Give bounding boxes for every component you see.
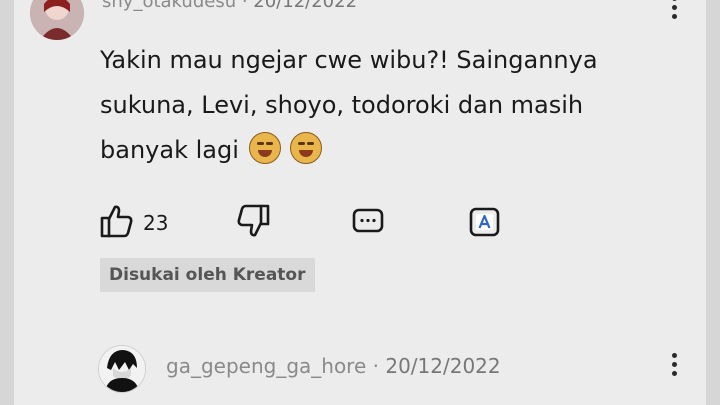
like-button[interactable] — [100, 203, 134, 243]
thumbs-down-icon — [237, 204, 270, 237]
reply-button[interactable] — [351, 203, 385, 243]
drooling-face-emoji — [248, 132, 281, 164]
translate-button[interactable] — [468, 203, 502, 243]
comment-username[interactable]: ga_gepeng_ga_hore — [166, 354, 366, 378]
comment-text-line: Yakin mau ngejar cwe wibu?! Saingannya — [100, 46, 598, 74]
comment-date: 20/12/2022 — [253, 0, 358, 12]
avatar[interactable] — [98, 345, 146, 393]
comment-text: Yakin mau ngejar cwe wibu?! Saingannya s… — [100, 38, 660, 173]
screen-edge-right — [706, 0, 720, 405]
thumbs-up-icon — [100, 205, 133, 238]
more-vertical-icon[interactable] — [672, 0, 678, 22]
comment-icon — [352, 208, 384, 233]
like-count: 23 — [143, 211, 169, 235]
comment-username[interactable]: shy_otakudesu — [102, 0, 236, 12]
comment-thread: shy_otakudesu · 20/12/2022 Yakin mau nge… — [14, 0, 706, 405]
comment-meta: ga_gepeng_ga_hore · 20/12/2022 — [166, 354, 501, 378]
screen-edge-left — [0, 0, 14, 405]
comment-date: 20/12/2022 — [385, 354, 501, 378]
avatar[interactable] — [30, 0, 84, 40]
dislike-button[interactable] — [236, 203, 270, 243]
comment-actions: 23 — [14, 203, 706, 243]
translate-icon — [469, 207, 500, 237]
comment-text-line: banyak lagi — [100, 128, 660, 173]
comment-meta: shy_otakudesu · 20/12/2022 — [102, 0, 357, 12]
comment-text-line: sukuna, Levi, shoyo, todoroki dan masih — [100, 91, 584, 119]
liked-by-creator-badge: Disukai oleh Kreator — [100, 258, 315, 292]
more-vertical-icon[interactable] — [672, 353, 678, 379]
grinning-face-emoji — [290, 132, 323, 164]
